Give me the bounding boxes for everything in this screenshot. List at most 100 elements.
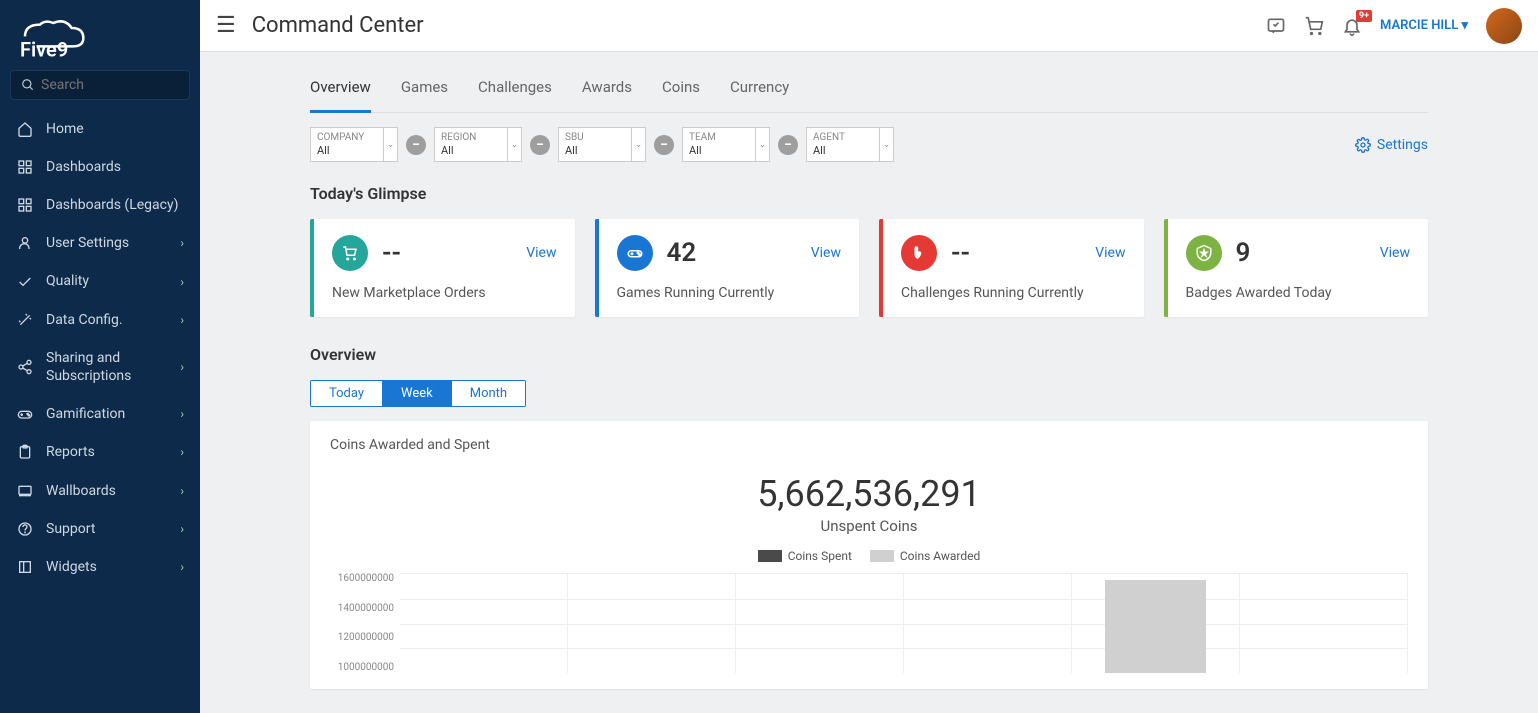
sidebar-item-gamification[interactable]: Gamification › (0, 395, 200, 433)
sidebar: Five9 Home Dashboards Dashboards (Legacy… (0, 0, 200, 713)
card-badges-awarded: 9 View Badges Awarded Today (1164, 219, 1429, 317)
hamburger-icon[interactable]: ☰ (216, 13, 236, 38)
sidebar-item-quality[interactable]: Quality › (0, 262, 200, 300)
monitor-icon (16, 482, 34, 500)
sidebar-item-label: Data Config. (46, 311, 168, 329)
cart-icon (332, 235, 368, 271)
badge-icon (1186, 235, 1222, 271)
legend-coins-awarded: Coins Awarded (870, 549, 980, 563)
gamepad-icon (16, 405, 34, 423)
sidebar-item-sharing[interactable]: Sharing and Subscriptions › (0, 339, 200, 395)
tabs: Overview Games Challenges Awards Coins C… (310, 52, 1428, 113)
sidebar-item-reports[interactable]: Reports › (0, 433, 200, 471)
svg-text:Five9: Five9 (20, 37, 68, 59)
period-today[interactable]: Today (311, 381, 383, 406)
view-link[interactable]: View (1380, 245, 1410, 261)
tab-awards[interactable]: Awards (582, 78, 632, 112)
card-marketplace-orders: -- View New Marketplace Orders (310, 219, 575, 317)
check-icon (16, 273, 34, 291)
gear-icon (1355, 137, 1371, 153)
sidebar-item-data-config[interactable]: Data Config. › (0, 301, 200, 339)
arm-icon (901, 235, 937, 271)
chart-panel: Coins Awarded and Spent 5,662,536,291 Un… (310, 421, 1428, 689)
filter-region[interactable]: REGIONAll⌄ (434, 127, 522, 162)
unspent-coins-value: 5,662,536,291 (330, 473, 1408, 515)
grid-icon (16, 196, 34, 214)
card-value: 9 (1236, 238, 1366, 268)
feedback-icon[interactable] (1266, 16, 1286, 36)
filter-company[interactable]: COMPANYAll⌄ (310, 127, 398, 162)
user-icon (16, 234, 34, 252)
sidebar-item-label: Widgets (46, 558, 168, 576)
overview-title: Overview (310, 345, 1428, 364)
card-value: 42 (667, 238, 797, 268)
card-label: Badges Awarded Today (1186, 285, 1411, 301)
tab-games[interactable]: Games (401, 78, 448, 112)
search-field[interactable] (41, 77, 179, 93)
chevron-down-icon: ⌄ (755, 128, 769, 161)
panel-icon (16, 558, 34, 576)
sidebar-item-user-settings[interactable]: User Settings › (0, 224, 200, 262)
sidebar-item-dashboards[interactable]: Dashboards (0, 148, 200, 186)
card-label: Games Running Currently (617, 285, 842, 301)
chart-title: Coins Awarded and Spent (330, 437, 1408, 453)
view-link[interactable]: View (1095, 245, 1125, 261)
sidebar-item-label: Quality (46, 272, 168, 290)
filters-row: COMPANYAll⌄ − REGIONAll⌄ − SBUAll⌄ − TEA… (310, 113, 1428, 176)
home-icon (16, 120, 34, 138)
chevron-down-icon: ⌄ (879, 128, 893, 161)
tab-challenges[interactable]: Challenges (478, 78, 552, 112)
remove-filter-icon[interactable]: − (530, 135, 550, 155)
filter-team[interactable]: TEAMAll⌄ (682, 127, 770, 162)
tab-overview[interactable]: Overview (310, 78, 371, 113)
sidebar-item-dashboards-legacy[interactable]: Dashboards (Legacy) (0, 186, 200, 224)
tab-coins[interactable]: Coins (662, 78, 700, 112)
sidebar-item-label: Gamification (46, 405, 168, 423)
wand-icon (16, 311, 34, 329)
remove-filter-icon[interactable]: − (406, 135, 426, 155)
sidebar-item-widgets[interactable]: Widgets › (0, 548, 200, 586)
settings-link[interactable]: Settings (1355, 137, 1428, 153)
bell-icon[interactable]: 9+ (1342, 16, 1362, 36)
tab-currency[interactable]: Currency (730, 78, 789, 112)
cart-icon[interactable] (1304, 16, 1324, 36)
search-input[interactable] (10, 70, 190, 100)
y-axis: 1600000000 1400000000 1200000000 1000000… (330, 573, 400, 673)
view-link[interactable]: View (526, 245, 556, 261)
view-link[interactable]: View (811, 245, 841, 261)
grid-icon (16, 158, 34, 176)
page-title: Command Center (252, 13, 1250, 38)
remove-filter-icon[interactable]: − (654, 135, 674, 155)
filter-agent[interactable]: AGENTAll⌄ (806, 127, 894, 162)
notification-badge: 9+ (1356, 10, 1372, 22)
card-value: -- (951, 238, 1081, 268)
user-menu[interactable]: MARCIE HILL ▾ (1380, 18, 1468, 33)
card-value: -- (382, 238, 512, 268)
chart-plot (400, 573, 1408, 673)
chevron-down-icon: ⌄ (631, 128, 645, 161)
period-month[interactable]: Month (452, 381, 525, 406)
chevron-right-icon: › (180, 407, 184, 421)
glimpse-cards: -- View New Marketplace Orders 42 View G… (310, 219, 1428, 317)
chevron-right-icon: › (180, 313, 184, 327)
remove-filter-icon[interactable]: − (778, 135, 798, 155)
sidebar-item-label: Home (46, 120, 184, 138)
settings-label: Settings (1377, 137, 1428, 153)
sidebar-item-label: Dashboards (Legacy) (46, 196, 184, 214)
search-icon (21, 78, 35, 92)
chevron-right-icon: › (180, 522, 184, 536)
sidebar-item-label: User Settings (46, 234, 168, 252)
main: ☰ Command Center 9+ MARCIE HILL ▾ Overvi… (200, 0, 1538, 713)
period-week[interactable]: Week (383, 381, 452, 406)
filter-sbu[interactable]: SBUAll⌄ (558, 127, 646, 162)
avatar[interactable] (1486, 8, 1522, 44)
sidebar-item-home[interactable]: Home (0, 110, 200, 148)
chart-legend: Coins Spent Coins Awarded (330, 549, 1408, 563)
content: Overview Games Challenges Awards Coins C… (200, 52, 1538, 713)
chevron-right-icon: › (180, 275, 184, 289)
card-label: Challenges Running Currently (901, 285, 1126, 301)
sidebar-item-support[interactable]: Support › (0, 510, 200, 548)
chevron-right-icon: › (180, 445, 184, 459)
sidebar-item-wallboards[interactable]: Wallboards › (0, 472, 200, 510)
sidebar-item-label: Support (46, 520, 168, 538)
